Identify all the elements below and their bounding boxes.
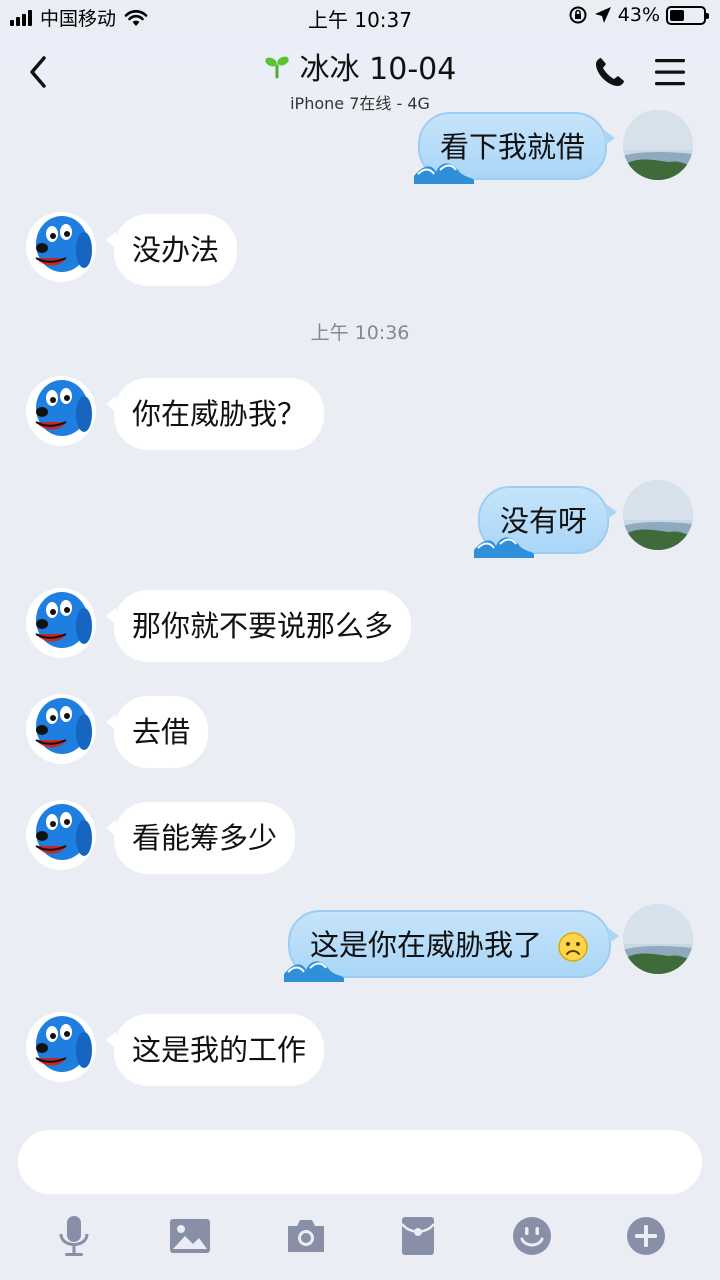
message-text: 这是我的工作 bbox=[132, 1033, 307, 1067]
contact-avatar[interactable] bbox=[26, 800, 96, 870]
wave-decoration-icon bbox=[414, 163, 474, 184]
landscape-avatar-icon bbox=[623, 110, 693, 180]
contact-avatar[interactable] bbox=[26, 376, 96, 446]
frown-emoji bbox=[558, 932, 588, 962]
blue-dog-avatar-icon bbox=[26, 800, 96, 870]
wave-decoration-icon bbox=[284, 961, 344, 982]
chat-header: 冰冰 10-04 iPhone 7在线 - 4G bbox=[0, 34, 720, 113]
contact-avatar[interactable] bbox=[26, 1012, 96, 1082]
blue-dog-avatar-icon bbox=[26, 212, 96, 282]
contact-avatar[interactable] bbox=[26, 694, 96, 764]
message-timestamp: 上午 10:36 bbox=[310, 322, 410, 344]
landscape-avatar-icon bbox=[623, 480, 693, 550]
message-text: 看能筹多少 bbox=[132, 821, 278, 855]
message-bubble-incoming[interactable]: 没办法 bbox=[105, 214, 238, 286]
message-bubble-incoming[interactable]: 你在威胁我？ bbox=[105, 378, 325, 450]
plus-icon[interactable] bbox=[624, 1214, 668, 1258]
phone-call-button[interactable] bbox=[592, 54, 628, 90]
battery-fill bbox=[670, 9, 684, 21]
message-bubble-incoming[interactable]: 去借 bbox=[105, 696, 209, 768]
self-avatar[interactable] bbox=[623, 110, 693, 180]
microphone-icon[interactable] bbox=[52, 1214, 96, 1258]
status-right: 43% bbox=[568, 4, 709, 26]
camera-icon[interactable] bbox=[284, 1214, 328, 1258]
message-bubble-outgoing[interactable]: 没有呀 bbox=[474, 486, 618, 558]
menu-button[interactable] bbox=[652, 56, 688, 88]
blue-dog-avatar-icon bbox=[26, 588, 96, 658]
message-text: 你在威胁我？ bbox=[132, 397, 307, 431]
battery-percent: 43% bbox=[617, 4, 660, 26]
message-bubble-incoming[interactable]: 这是我的工作 bbox=[105, 1014, 325, 1086]
message-text: 那你就不要说那么多 bbox=[132, 609, 394, 643]
contact-avatar[interactable] bbox=[26, 588, 96, 658]
message-bubble-outgoing[interactable]: 看下我就借 bbox=[414, 112, 616, 184]
message-text: 没办法 bbox=[132, 233, 220, 267]
rotation-lock-icon bbox=[569, 6, 587, 24]
message-bubble-outgoing[interactable]: 这是你在威胁我了 bbox=[284, 910, 620, 982]
contact-avatar[interactable] bbox=[26, 212, 96, 282]
message-bubble-incoming[interactable]: 那你就不要说那么多 bbox=[105, 590, 412, 662]
image-icon[interactable] bbox=[168, 1214, 212, 1258]
contact-name[interactable]: 冰冰 10-04 bbox=[300, 44, 457, 88]
message-text: 去借 bbox=[132, 715, 191, 749]
location-icon bbox=[594, 7, 611, 23]
sprout-icon bbox=[264, 56, 289, 79]
red-packet-icon[interactable] bbox=[396, 1214, 440, 1258]
battery-icon bbox=[666, 5, 709, 25]
self-avatar[interactable] bbox=[623, 904, 693, 974]
input-toolbar bbox=[0, 1214, 720, 1258]
blue-dog-avatar-icon bbox=[26, 1012, 96, 1082]
self-avatar[interactable] bbox=[623, 480, 693, 550]
landscape-avatar-icon bbox=[623, 904, 693, 974]
blue-dog-avatar-icon bbox=[26, 376, 96, 446]
blue-dog-avatar-icon bbox=[26, 694, 96, 764]
wave-decoration-icon bbox=[474, 537, 534, 558]
input-area bbox=[0, 1116, 720, 1280]
message-input[interactable] bbox=[18, 1130, 702, 1194]
message-text: 这是你在威胁我了 bbox=[310, 928, 543, 962]
message-list[interactable]: 看下我就借 没办法 上午 10:36 你在威胁我？ 没有呀 那你就不要说那么多 … bbox=[0, 110, 720, 1116]
status-bar: 中国移动 上午 10:37 43% bbox=[0, 0, 720, 34]
emoji-icon[interactable] bbox=[510, 1214, 554, 1258]
message-bubble-incoming[interactable]: 看能筹多少 bbox=[105, 802, 296, 874]
